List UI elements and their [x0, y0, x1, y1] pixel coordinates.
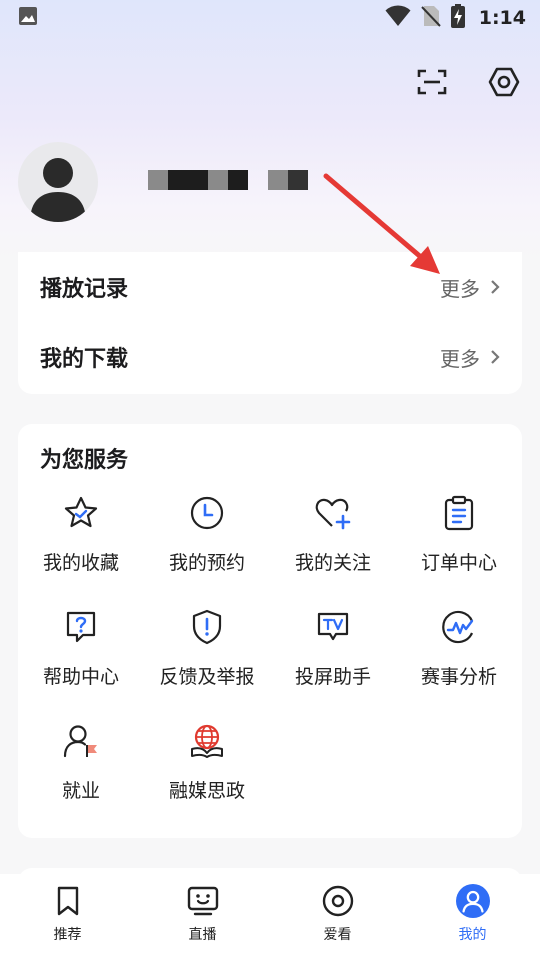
- tab-watch[interactable]: 爱看: [270, 874, 405, 960]
- tab-label: 推荐: [53, 927, 82, 943]
- tv-face-icon: [186, 884, 220, 918]
- wifi-icon: [385, 5, 411, 31]
- star-badge-icon: [62, 494, 100, 532]
- bookmark-icon: [51, 884, 85, 918]
- tv-cast-icon: [314, 608, 352, 646]
- service-media-ideology[interactable]: 融媒思政: [144, 722, 270, 832]
- service-label: 反馈及举报: [159, 666, 255, 688]
- more-label: 更多: [440, 346, 480, 371]
- bottom-tab-bar: 推荐 直播 爱看 我的: [0, 874, 540, 960]
- downloads-row[interactable]: 我的下载 更多: [18, 322, 522, 392]
- status-bar: 1:14: [0, 0, 540, 36]
- tab-mine[interactable]: 我的: [405, 874, 540, 960]
- scan-icon: [417, 69, 447, 95]
- analysis-icon: [440, 608, 478, 646]
- service-cast[interactable]: 投屏助手: [270, 608, 396, 718]
- heart-plus-icon: [314, 494, 352, 532]
- redacted-name-part: [268, 170, 308, 190]
- profile-icon: [455, 884, 490, 918]
- service-label: 融媒思政: [168, 780, 245, 802]
- service-label: 赛事分析: [420, 666, 497, 688]
- service-label: 我的关注: [294, 552, 371, 574]
- battery-charging-icon: [450, 4, 465, 32]
- disc-icon: [321, 884, 355, 918]
- service-reservations[interactable]: 我的预约: [144, 494, 270, 604]
- service-orders[interactable]: 订单中心: [396, 494, 522, 604]
- service-label: 投屏助手: [294, 666, 371, 688]
- person-flag-icon: [62, 722, 100, 760]
- service-match-analysis[interactable]: 赛事分析: [396, 608, 522, 718]
- default-avatar-icon: [30, 158, 86, 222]
- annotation-arrow-icon: [323, 173, 440, 274]
- tab-label: 直播: [188, 927, 217, 943]
- header-background: [0, 0, 540, 260]
- redacted-name-part: [148, 170, 248, 190]
- username-redacted[interactable]: [148, 170, 308, 190]
- no-sim-icon: [421, 4, 441, 32]
- more-link[interactable]: 更多: [440, 343, 500, 372]
- clipboard-icon: [440, 494, 478, 532]
- chevron-right-icon: [491, 280, 500, 294]
- scan-button[interactable]: [414, 64, 450, 100]
- avatar[interactable]: [18, 142, 98, 222]
- service-label: 帮助中心: [42, 666, 119, 688]
- service-label: 我的预约: [168, 552, 245, 574]
- row-title: 我的下载: [40, 347, 129, 372]
- settings-button[interactable]: [486, 64, 522, 100]
- more-link[interactable]: 更多: [440, 273, 500, 302]
- help-bubble-icon: [62, 608, 100, 646]
- tab-label: 我的: [458, 927, 487, 943]
- gallery-notification-icon: [18, 6, 38, 30]
- section-title: 为您服务: [40, 448, 129, 473]
- settings-hexagon-icon: [488, 67, 520, 97]
- status-time: 1:14: [478, 7, 526, 29]
- tab-live[interactable]: 直播: [135, 874, 270, 960]
- service-favorites[interactable]: 我的收藏: [18, 494, 144, 604]
- services-card: 为您服务 我的收藏 我的预约 我的关注 订单中心 帮助中心 反馈及举报 投屏助手…: [18, 424, 522, 838]
- service-feedback[interactable]: 反馈及举报: [144, 608, 270, 718]
- service-employment[interactable]: 就业: [18, 722, 144, 832]
- service-help[interactable]: 帮助中心: [18, 608, 144, 718]
- service-label: 就业: [61, 780, 100, 802]
- tab-label: 爱看: [323, 927, 352, 943]
- globe-book-icon: [188, 722, 226, 760]
- service-label: 我的收藏: [42, 552, 119, 574]
- service-label: 订单中心: [420, 552, 497, 574]
- chevron-right-icon: [491, 350, 500, 364]
- shield-alert-icon: [188, 608, 226, 646]
- service-following[interactable]: 我的关注: [270, 494, 396, 604]
- top-actions: [414, 64, 522, 100]
- clock-icon: [188, 494, 226, 532]
- tab-recommend[interactable]: 推荐: [0, 874, 135, 960]
